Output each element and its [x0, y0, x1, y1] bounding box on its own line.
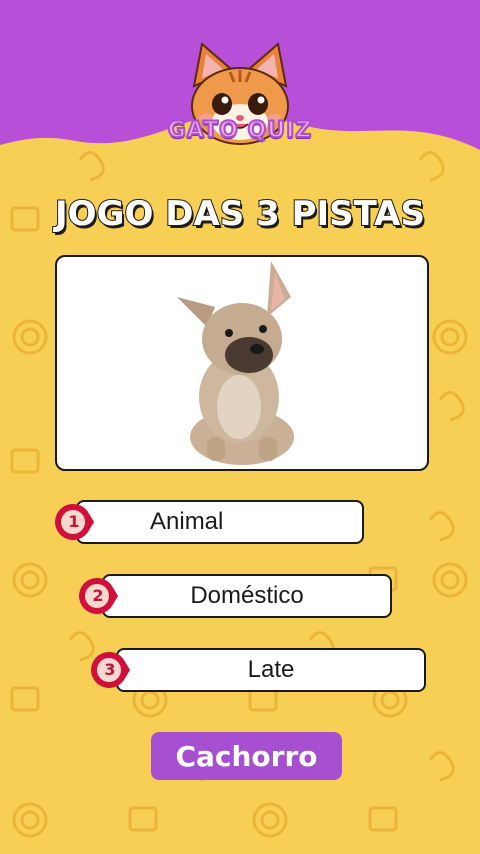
- clue-number-1: 1: [68, 512, 80, 531]
- clue-text-2: Doméstico: [190, 582, 304, 609]
- answer-button[interactable]: Cachorro: [151, 732, 342, 780]
- clue-row-1: Animal 1: [54, 500, 366, 544]
- clue-image-card: [55, 255, 429, 471]
- logo-text: GATO QUIZ: [167, 117, 313, 144]
- game-title: JOGO DAS 3 PISTAS: [54, 193, 426, 235]
- clue-text-3: Late: [247, 656, 295, 683]
- clue-badge-1: 1: [54, 502, 94, 542]
- clue-number-2: 2: [92, 586, 104, 605]
- clue-number-3: 3: [104, 660, 116, 679]
- clue-row-2: Doméstico 2: [78, 574, 394, 618]
- clue-badge-3: 3: [90, 650, 130, 690]
- clue-row-3: Late 3: [90, 648, 428, 692]
- clue-bar-2: Doméstico: [102, 574, 392, 618]
- clue-badge-2: 2: [78, 576, 118, 616]
- clue-bar-1: Animal: [76, 500, 364, 544]
- french-bulldog-image: [177, 261, 294, 465]
- clue-text-1: Animal: [150, 508, 224, 535]
- clue-bar-3: Late: [116, 648, 426, 692]
